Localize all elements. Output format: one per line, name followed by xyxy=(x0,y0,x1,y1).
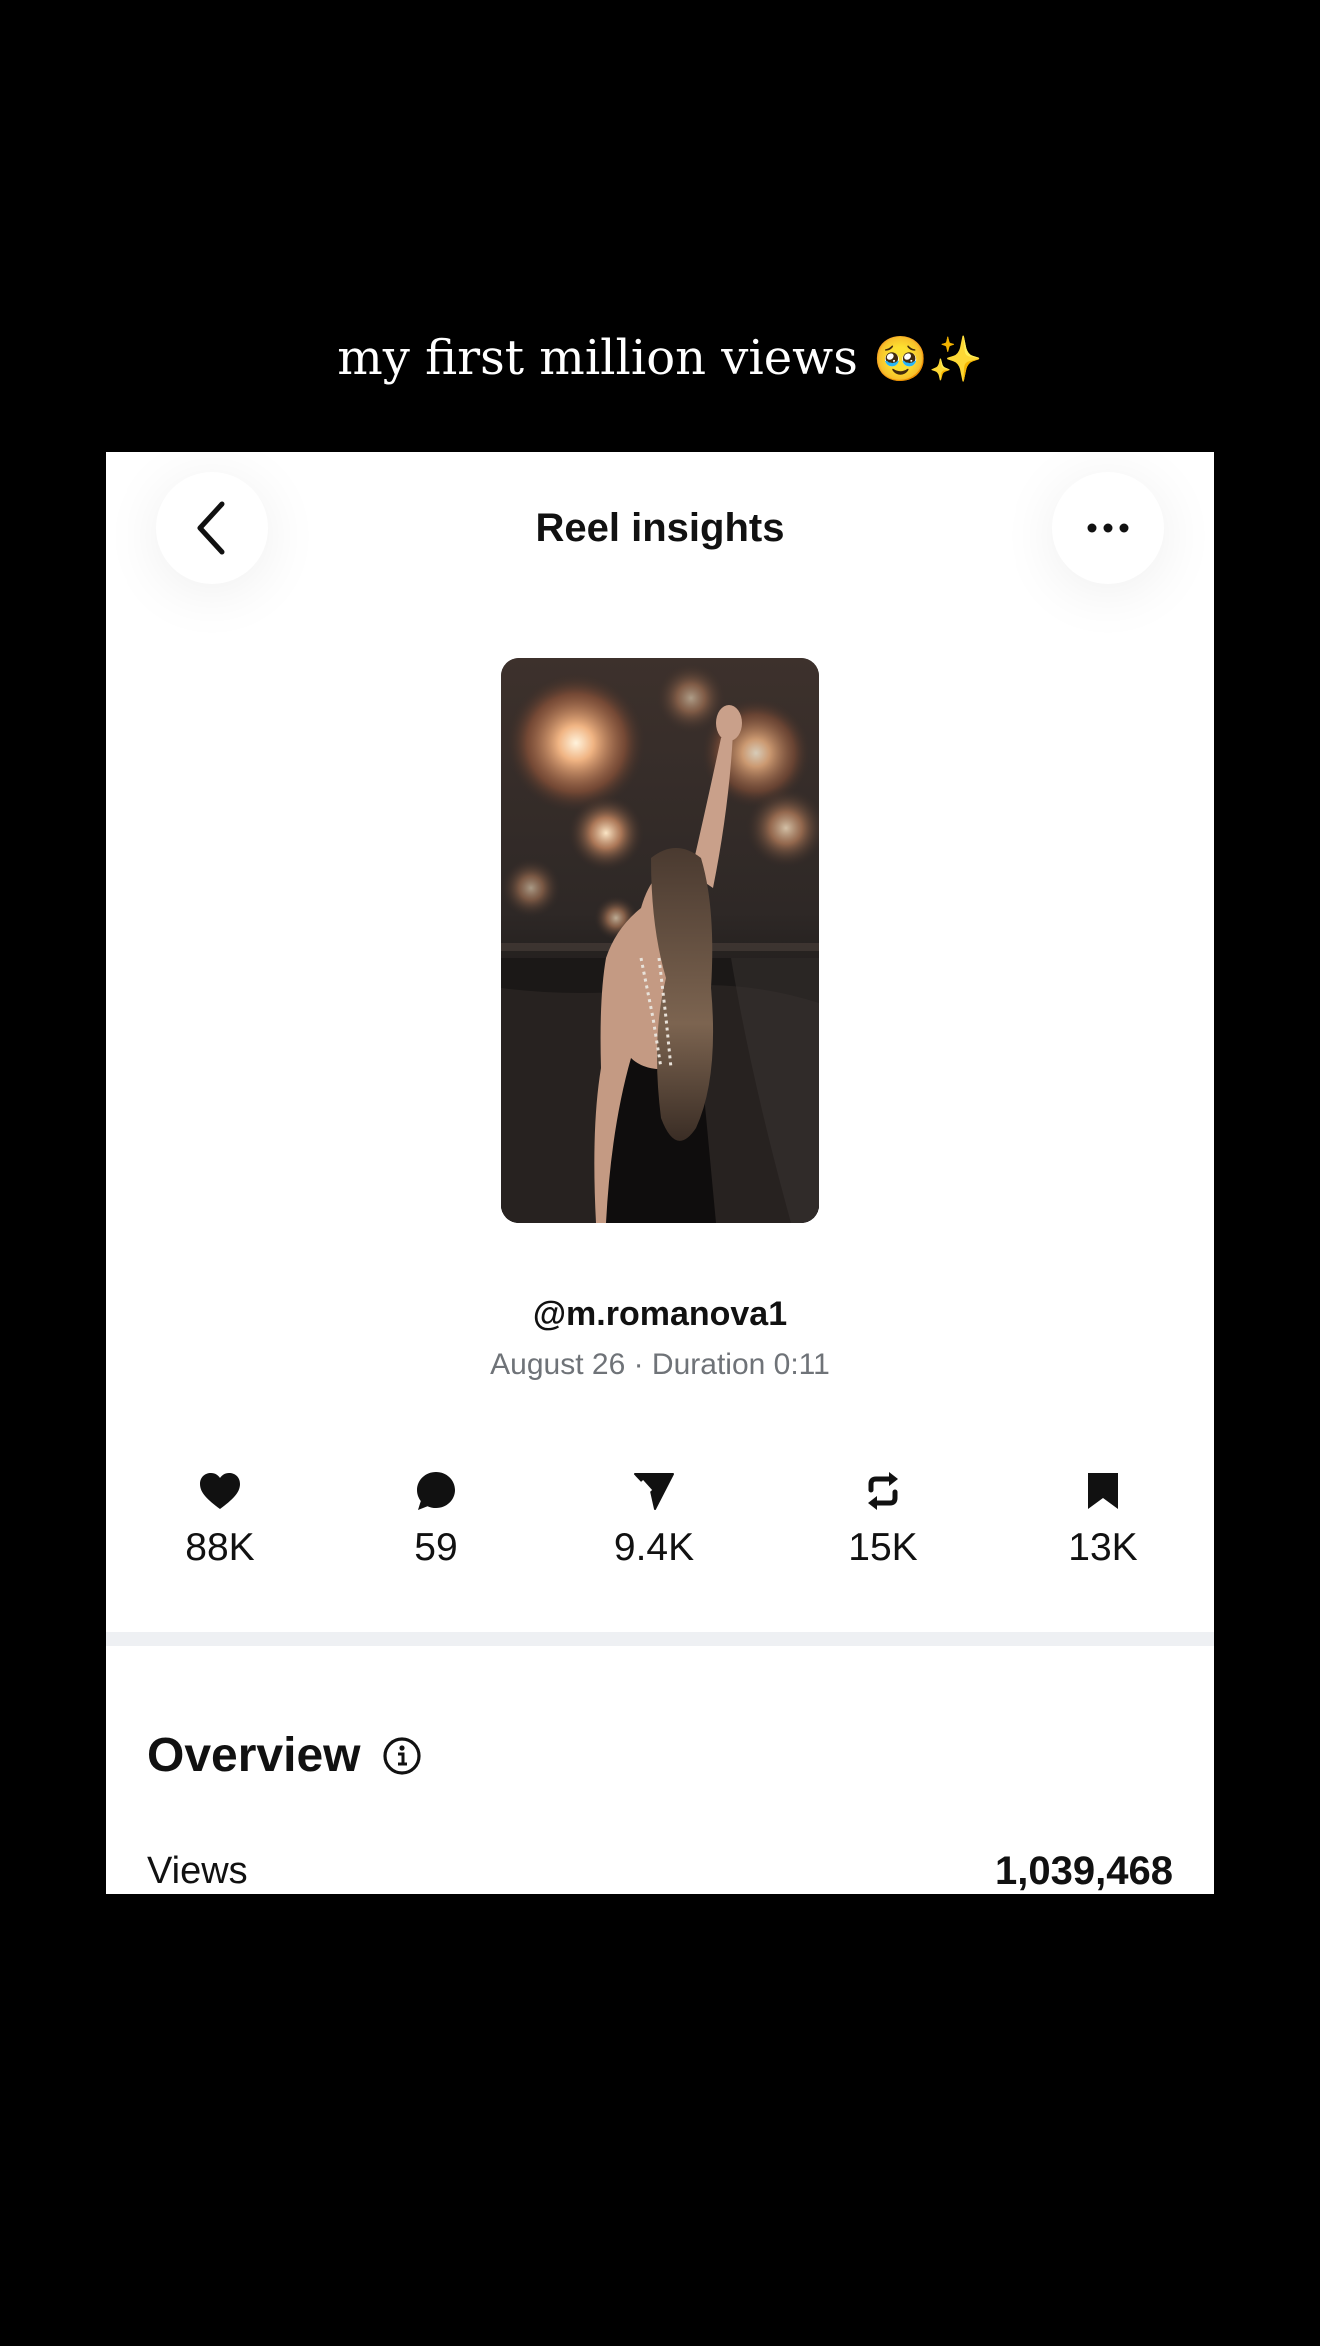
stat-likes: 88K xyxy=(130,1464,310,1576)
send-icon xyxy=(634,1473,674,1510)
info-icon[interactable] xyxy=(382,1736,422,1776)
bookmark-icon xyxy=(1088,1473,1118,1509)
post-caption: my first million views 🥹✨ xyxy=(0,322,1320,396)
stat-value: 15K xyxy=(848,1526,918,1569)
stat-value: 13K xyxy=(1068,1526,1138,1569)
caption-emoji: 🥹✨ xyxy=(873,334,983,385)
stat-saves: 13K xyxy=(1013,1464,1193,1576)
reel-meta: August 26 · Duration 0:11 xyxy=(490,1348,830,1381)
views-label: Views xyxy=(147,1850,248,1892)
stat-value: 88K xyxy=(185,1526,255,1569)
reel-username[interactable]: @m.romanova1 xyxy=(106,1290,1214,1338)
reel-thumbnail[interactable] xyxy=(501,658,819,1223)
heart-icon xyxy=(200,1473,240,1509)
section-divider xyxy=(106,1632,1214,1646)
stat-comments: 59 xyxy=(346,1464,526,1576)
more-options-button[interactable] xyxy=(1052,472,1164,584)
caption-text: my first million views xyxy=(337,330,858,386)
reel-insights-screen: Reel insights @m.romanova1 August 26 · D… xyxy=(106,452,1214,1894)
views-value: 1,039,468 xyxy=(995,1849,1173,1893)
stat-value: 9.4K xyxy=(613,1526,695,1569)
overview-section-title: Overview xyxy=(147,1724,422,1788)
woman-fireworks-photo xyxy=(501,658,819,1223)
stat-shares: 9.4K xyxy=(564,1464,744,1576)
overview-heading: Overview xyxy=(147,1729,361,1782)
stat-value: 59 xyxy=(414,1526,458,1569)
comment-icon xyxy=(417,1472,455,1510)
engagement-stats: 88K 59 9.4K 15K 13K xyxy=(106,1464,1214,1584)
ellipsis-icon xyxy=(1087,523,1129,533)
page-title: Reel insights xyxy=(535,506,785,550)
stat-reposts: 15K xyxy=(793,1464,973,1576)
repost-icon xyxy=(868,1472,898,1510)
